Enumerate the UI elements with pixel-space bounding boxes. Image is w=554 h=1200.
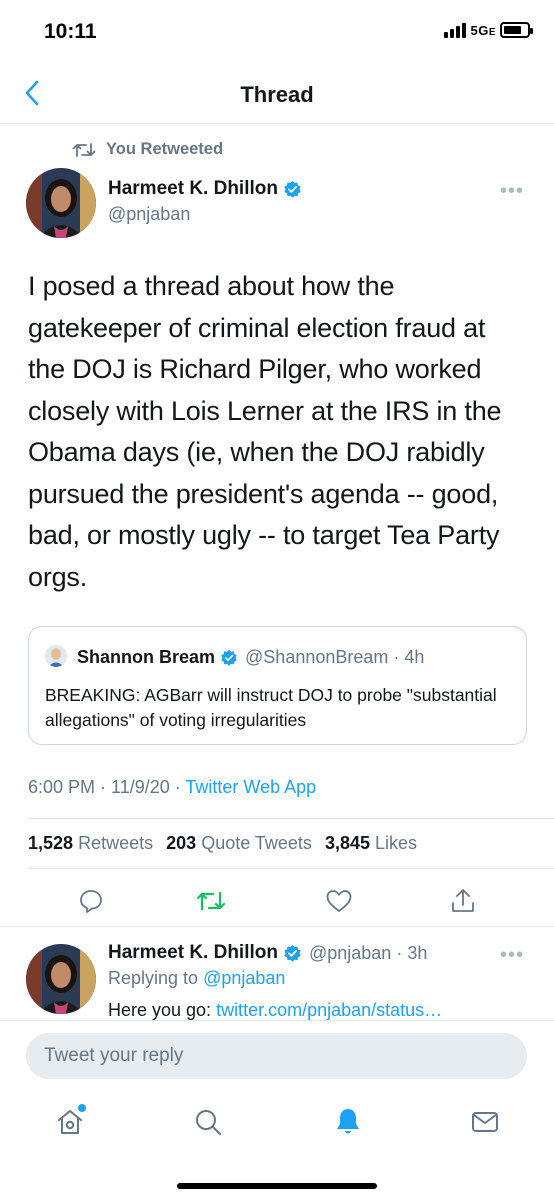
reply-text-prefix: Here you go: [108, 1000, 217, 1020]
quote-tweets-stat[interactable]: 203 Quote Tweets [166, 833, 312, 853]
battery-icon [500, 22, 533, 38]
reply-header: Harmeet K. Dhillon @pnjaban · 3h [108, 942, 427, 964]
like-button[interactable] [322, 884, 356, 918]
avatar-image [26, 944, 96, 1014]
quote-avatar [45, 645, 67, 667]
quote-tweet-card[interactable]: Shannon Bream @ShannonBream · 4h BREAKIN… [28, 626, 527, 745]
tweet-stats: 1,528 Retweets 203 Quote Tweets 3,845 Li… [28, 833, 425, 854]
verified-badge-icon [283, 944, 302, 963]
verified-badge-icon [283, 180, 302, 199]
tab-messages[interactable] [465, 1102, 505, 1142]
mail-icon [472, 1112, 498, 1132]
reply-time: · 3h [396, 942, 428, 963]
reply-input[interactable] [26, 1033, 527, 1079]
retweets-count: 1,528 [28, 833, 74, 853]
tab-notifications[interactable] [328, 1102, 368, 1142]
reply-avatar[interactable] [26, 944, 96, 1014]
quote-author-name: Shannon Bream [77, 647, 216, 667]
reply-author-name[interactable]: Harmeet K. Dhillon [108, 942, 278, 964]
reply-icon [80, 890, 102, 913]
divider [28, 818, 554, 819]
reply-more-options-button[interactable]: ••• [500, 944, 524, 967]
tweet-actions [0, 880, 554, 922]
author-name[interactable]: Harmeet K. Dhillon [108, 178, 302, 200]
new-content-dot [78, 1104, 86, 1112]
page-title: Thread [240, 82, 314, 107]
share-icon [452, 889, 474, 912]
replying-mention-link[interactable]: @pnjaban [203, 968, 285, 988]
nav-bar: Thread [0, 62, 554, 124]
tab-search[interactable] [188, 1102, 228, 1142]
home-indicator[interactable] [177, 1183, 377, 1189]
status-indicators: 5GE [444, 22, 533, 38]
quote-tweets-count: 203 [166, 833, 197, 853]
tweet-text: I posed a thread about how the gatekeepe… [28, 271, 502, 592]
retweeted-indicator: You Retweeted [72, 140, 223, 159]
quote-tweets-label: Quote Tweets [201, 833, 312, 853]
tweet-meta: 6:00 PM · 11/9/20 · Twitter Web App [28, 777, 316, 798]
retweets-label: Retweets [78, 833, 154, 853]
reply-composer [0, 1020, 554, 1092]
divider [28, 868, 554, 869]
likes-stat[interactable]: 3,845 Likes [325, 833, 417, 853]
retweeted-label: You Retweeted [106, 140, 224, 158]
search-icon [196, 1110, 222, 1136]
retweet-icon [72, 142, 96, 157]
quote-time: · 4h [393, 647, 425, 667]
author-name-text: Harmeet K. Dhillon [108, 178, 278, 199]
heart-icon [326, 890, 352, 912]
bell-icon [337, 1109, 359, 1134]
tab-home[interactable] [50, 1102, 90, 1142]
avatar-image [26, 168, 96, 238]
tweet-timestamp: 6:00 PM · 11/9/20 · [28, 777, 186, 797]
author-handle[interactable]: @pnjaban [108, 204, 190, 225]
reply-text: Here you go: twitter.com/pnjaban/status… [108, 1000, 528, 1022]
share-button[interactable] [446, 884, 480, 918]
likes-label: Likes [375, 833, 418, 853]
verified-badge-icon [220, 649, 238, 667]
retweet-button[interactable] [194, 884, 228, 918]
network-label: 5GE [470, 22, 496, 38]
signal-icon [444, 22, 467, 38]
quote-author-handle: @ShannonBream [245, 647, 389, 667]
status-time: 10:11 [44, 20, 97, 43]
replying-prefix: Replying to [108, 968, 204, 988]
tweet-source-link[interactable]: Twitter Web App [185, 777, 316, 797]
more-options-button[interactable]: ••• [500, 180, 524, 203]
likes-count: 3,845 [324, 833, 370, 853]
quote-text: BREAKING: AGBarr will instruct DOJ to pr… [45, 685, 497, 730]
divider [0, 926, 554, 927]
reply-link[interactable]: twitter.com/pnjaban/status… [216, 1000, 442, 1020]
reply-author-handle: @pnjaban [308, 942, 392, 963]
retweets-stat[interactable]: 1,528 Retweets [28, 833, 153, 853]
avatar[interactable] [26, 168, 96, 238]
quote-header: Shannon Bream @ShannonBream · 4h [77, 647, 424, 668]
status-bar: 10:11 5GE [0, 0, 554, 62]
reply-button[interactable] [74, 884, 108, 918]
retweet-active-icon [196, 891, 226, 911]
replying-to: Replying to @pnjaban [108, 968, 285, 989]
